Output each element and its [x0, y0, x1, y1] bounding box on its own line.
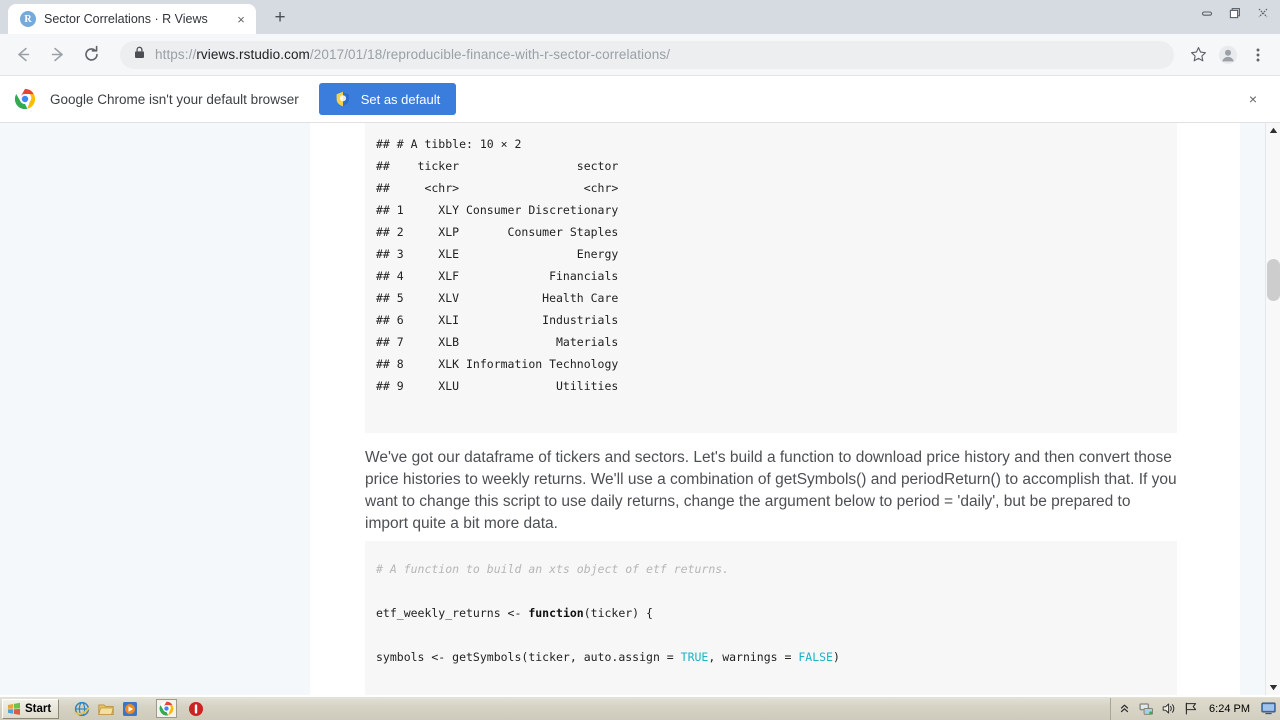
scroll-down-icon[interactable] — [1266, 680, 1280, 695]
code-line-etf-prices: etf_prices <- do.call(merge, lapply(symb… — [376, 694, 854, 695]
tab-title: Sector Correlations · R Views — [44, 12, 208, 26]
code-line-function-def: etf_weekly_returns <- function(ticker) { — [376, 606, 653, 620]
volume-icon[interactable] — [1161, 701, 1176, 716]
code-line: ## # A tibble: 10 × 2 — [376, 137, 522, 151]
quick-launch-bar — [67, 700, 144, 717]
code-line: ## 5 XLV Health Care — [376, 291, 619, 305]
url-scheme: https:// — [155, 47, 197, 62]
profile-avatar-icon[interactable] — [1214, 41, 1242, 69]
url-host: rviews.rstudio.com — [196, 47, 310, 62]
code-line: ## 8 XLK Information Technology — [376, 357, 619, 371]
code-line: ## <chr> <chr> — [376, 181, 619, 195]
shield-icon — [335, 91, 351, 107]
recording-indicator-icon[interactable] — [187, 700, 204, 717]
code-line-getsymbols: symbols <- getSymbols(ticker, auto.assig… — [376, 650, 840, 664]
default-browser-infobar: Google Chrome isn't your default browser… — [0, 76, 1280, 123]
code-line: ## ticker sector — [376, 159, 619, 173]
article-paragraph: We've got our dataframe of tickers and s… — [365, 449, 1177, 532]
code-comment: # A function to build an xts object of e… — [376, 562, 730, 576]
chrome-logo-icon — [14, 88, 36, 110]
code-line: ## 3 XLE Energy — [376, 247, 619, 261]
scrollbar-thumb[interactable] — [1267, 259, 1280, 301]
taskbar: Start 6:24 PM — [0, 696, 1280, 720]
scroll-up-icon[interactable] — [1266, 123, 1280, 138]
code-line: ## 4 XLF Financials — [376, 269, 619, 283]
set-as-default-button[interactable]: Set as default — [318, 83, 457, 115]
show-desktop-icon[interactable] — [1261, 701, 1276, 716]
page-scrollbar[interactable] — [1265, 123, 1280, 695]
tab-close-icon[interactable]: × — [232, 10, 250, 28]
flag-icon[interactable] — [1183, 701, 1198, 716]
reload-icon[interactable] — [76, 40, 106, 70]
article-content: ## # A tibble: 10 × 2 ## ticker sector #… — [365, 123, 1177, 695]
back-icon[interactable] — [8, 40, 38, 70]
chrome-taskbar-icon[interactable] — [156, 699, 178, 718]
code-block-function: # A function to build an xts object of e… — [365, 541, 1177, 695]
minimize-icon[interactable] — [1194, 2, 1220, 24]
url-path: /2017/01/18/reproducible-finance-with-r-… — [309, 47, 671, 62]
code-line: ## 7 XLB Materials — [376, 335, 619, 349]
window-controls — [1194, 2, 1276, 24]
taskbar-clock[interactable]: 6:24 PM — [1205, 703, 1254, 715]
code-block-tibble-output: ## # A tibble: 10 × 2 ## ticker sector #… — [365, 123, 1177, 433]
infobar-close-icon[interactable]: × — [1242, 88, 1264, 110]
browser-tab[interactable]: R Sector Correlations · R Views × — [8, 4, 256, 34]
new-tab-icon[interactable]: + — [266, 4, 294, 32]
lock-icon — [134, 46, 146, 64]
page-viewport: ## # A tibble: 10 × 2 ## ticker sector #… — [0, 123, 1280, 695]
start-button-label: Start — [25, 702, 52, 715]
forward-icon[interactable] — [42, 40, 72, 70]
file-explorer-icon[interactable] — [97, 700, 114, 717]
restore-icon[interactable] — [1222, 2, 1248, 24]
code-line: ## 2 XLP Consumer Staples — [376, 225, 619, 239]
show-hidden-icons-icon[interactable] — [1117, 701, 1132, 716]
set-as-default-label: Set as default — [360, 91, 441, 107]
taskbar-tasks — [150, 699, 210, 718]
code-line: ## 9 XLU Utilities — [376, 379, 619, 393]
system-tray: 6:24 PM — [1110, 697, 1280, 720]
page-canvas: ## # A tibble: 10 × 2 ## ticker sector #… — [0, 123, 1265, 695]
windows-flag-icon — [8, 702, 20, 715]
chrome-menu-icon[interactable] — [1244, 41, 1272, 69]
code-line: ## 6 XLI Industrials — [376, 313, 619, 327]
code-line: ## 1 XLY Consumer Discretionary — [376, 203, 619, 217]
browser-window: R Sector Correlations · R Views × + http… — [0, 0, 1280, 696]
browser-toolbar: https://rviews.rstudio.com/2017/01/18/re… — [0, 34, 1280, 76]
network-icon[interactable] — [1139, 701, 1154, 716]
address-bar[interactable]: https://rviews.rstudio.com/2017/01/18/re… — [120, 40, 1174, 69]
bookmark-star-icon[interactable] — [1184, 41, 1212, 69]
url-text: https://rviews.rstudio.com/2017/01/18/re… — [155, 47, 670, 62]
media-player-icon[interactable] — [121, 700, 138, 717]
close-icon[interactable] — [1250, 2, 1276, 24]
tab-favicon-r-views: R — [20, 11, 36, 27]
default-browser-message: Google Chrome isn't your default browser — [50, 91, 299, 107]
internet-explorer-icon[interactable] — [73, 700, 90, 717]
tab-strip: R Sector Correlations · R Views × + — [0, 0, 1280, 34]
start-button[interactable]: Start — [2, 698, 60, 719]
